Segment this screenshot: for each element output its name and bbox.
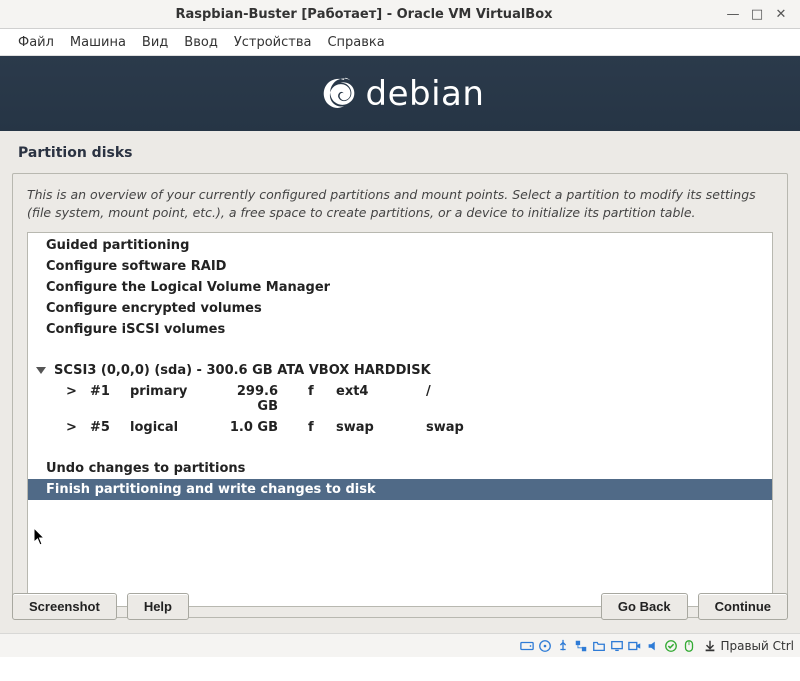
pt-mount: swap	[426, 420, 486, 435]
row-guided-partitioning[interactable]: Guided partitioning	[28, 235, 772, 256]
pt-marker: >	[66, 384, 90, 414]
menu-file[interactable]: Файл	[10, 31, 62, 54]
debian-header: debian	[0, 56, 800, 131]
row-undo-changes[interactable]: Undo changes to partitions	[28, 458, 772, 479]
partition-list[interactable]: Guided partitioning Configure software R…	[27, 232, 773, 607]
guest-additions-icon[interactable]	[663, 638, 678, 653]
row-blank	[28, 340, 772, 360]
row-finish-partitioning[interactable]: Finish partitioning and write changes to…	[28, 479, 772, 500]
usb-icon[interactable]	[555, 638, 570, 653]
vm-client-area: debian Partition disks This is an overvi…	[0, 56, 800, 657]
vm-statusbar: Правый Ctrl	[0, 633, 800, 657]
keyboard-capture-icon	[703, 639, 717, 653]
row-partition-5[interactable]: > #5 logical 1.0 GB f swap swap	[28, 417, 772, 438]
pt-num: #1	[90, 384, 130, 414]
pt-mount: /	[426, 384, 486, 414]
display-icon[interactable]	[609, 638, 624, 653]
menubar: Файл Машина Вид Ввод Устройства Справка	[0, 29, 800, 56]
pt-fs: ext4	[336, 384, 426, 414]
hdd-icon[interactable]	[519, 638, 534, 653]
pt-size: 299.6 GB	[220, 384, 308, 414]
menu-help[interactable]: Справка	[319, 31, 392, 54]
host-key-label: Правый Ctrl	[720, 639, 794, 653]
installer-panel: This is an overview of your currently co…	[12, 173, 788, 618]
pt-size: 1.0 GB	[220, 420, 308, 435]
debian-swirl-icon	[316, 72, 360, 116]
menu-machine[interactable]: Машина	[62, 31, 134, 54]
pt-marker: >	[66, 420, 90, 435]
row-configure-encrypted[interactable]: Configure encrypted volumes	[28, 298, 772, 319]
spacer	[199, 593, 591, 620]
chevron-down-icon	[36, 367, 46, 374]
go-back-button[interactable]: Go Back	[601, 593, 688, 620]
pt-flag: f	[308, 384, 336, 414]
row-configure-raid[interactable]: Configure software RAID	[28, 256, 772, 277]
maximize-button[interactable]: □	[746, 3, 768, 25]
disk-label: SCSI3 (0,0,0) (sda) - 300.6 GB ATA VBOX …	[54, 363, 431, 378]
optical-icon[interactable]	[537, 638, 552, 653]
row-blank	[28, 438, 772, 458]
host-key-indicator: Правый Ctrl	[703, 639, 794, 653]
row-disk-sda[interactable]: SCSI3 (0,0,0) (sda) - 300.6 GB ATA VBOX …	[28, 360, 772, 381]
page-title: Partition disks	[0, 131, 800, 173]
window-title: Raspbian-Buster [Работает] - Oracle VM V…	[8, 7, 720, 22]
minimize-button[interactable]: —	[722, 3, 744, 25]
debian-brand-text: debian	[366, 74, 485, 114]
continue-button[interactable]: Continue	[698, 593, 788, 620]
row-configure-iscsi[interactable]: Configure iSCSI volumes	[28, 319, 772, 340]
pt-type: logical	[130, 420, 220, 435]
shared-folders-icon[interactable]	[591, 638, 606, 653]
mouse-integration-icon[interactable]	[681, 638, 696, 653]
screenshot-button[interactable]: Screenshot	[12, 593, 117, 620]
help-button[interactable]: Help	[127, 593, 189, 620]
menu-view[interactable]: Вид	[134, 31, 176, 54]
network-icon[interactable]	[573, 638, 588, 653]
row-configure-lvm[interactable]: Configure the Logical Volume Manager	[28, 277, 772, 298]
row-partition-1[interactable]: > #1 primary 299.6 GB f ext4 /	[28, 381, 772, 417]
audio-icon[interactable]	[645, 638, 660, 653]
pt-fs: swap	[336, 420, 426, 435]
pt-type: primary	[130, 384, 220, 414]
pt-num: #5	[90, 420, 130, 435]
menu-devices[interactable]: Устройства	[226, 31, 320, 54]
intro-text: This is an overview of your currently co…	[27, 186, 773, 222]
close-button[interactable]: ✕	[770, 3, 792, 25]
window-titlebar: Raspbian-Buster [Работает] - Oracle VM V…	[0, 0, 800, 29]
recording-icon[interactable]	[627, 638, 642, 653]
pt-flag: f	[308, 420, 336, 435]
bottom-button-row: Screenshot Help Go Back Continue	[0, 583, 800, 630]
menu-input[interactable]: Ввод	[176, 31, 226, 54]
